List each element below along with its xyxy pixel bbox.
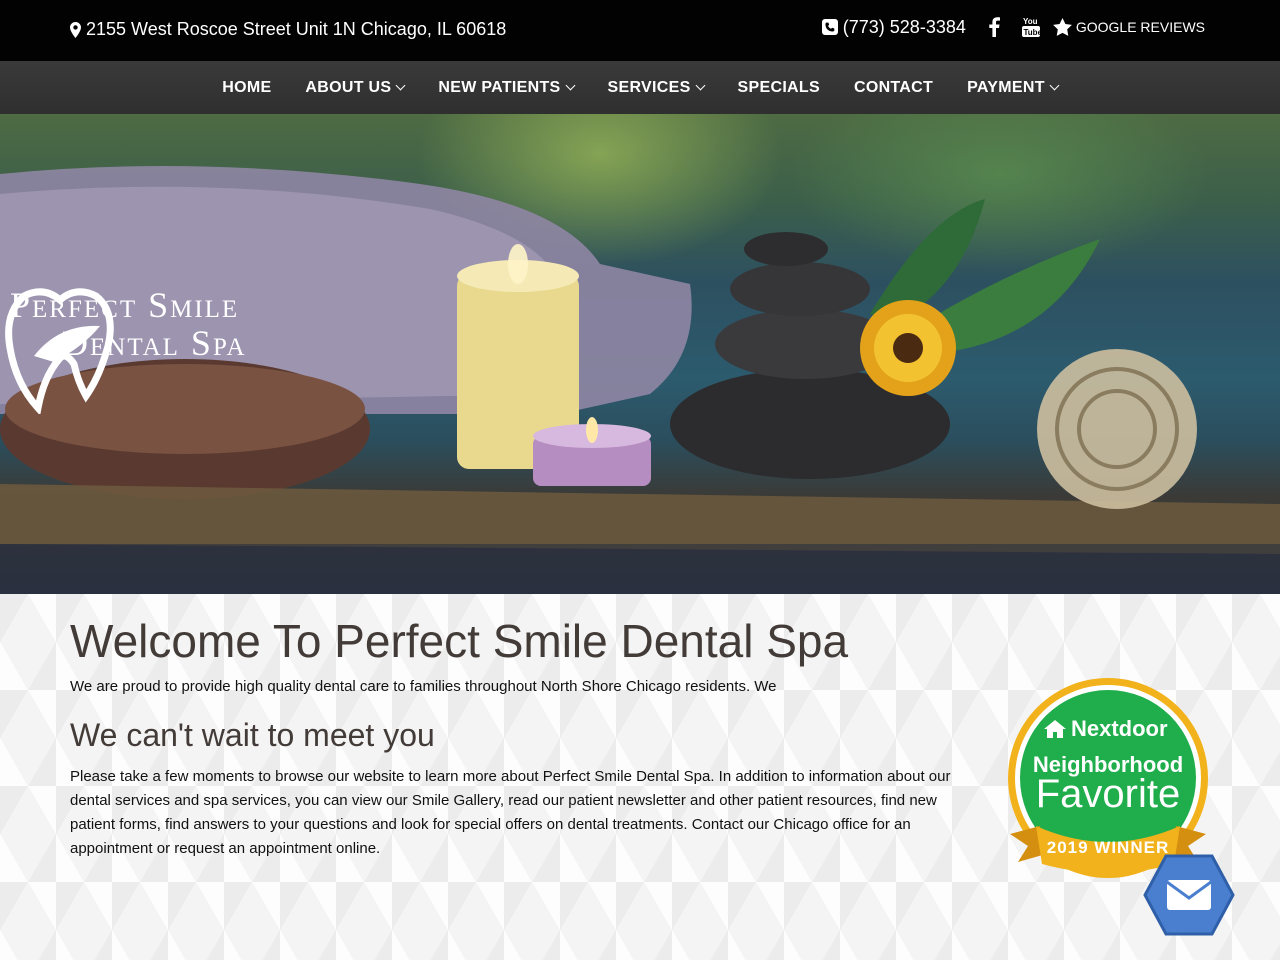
nav-services[interactable]: SERVICES bbox=[591, 79, 721, 97]
nav-specials-label: SPECIALS bbox=[737, 78, 820, 96]
nav-contact-label: CONTACT bbox=[853, 78, 934, 96]
address-text: 2155 West Roscoe Street Unit 1N Chicago,… bbox=[86, 19, 507, 39]
envelope-icon bbox=[1166, 880, 1212, 910]
house-icon bbox=[1044, 720, 1066, 738]
chevron-down-icon bbox=[695, 80, 705, 91]
svg-text:You: You bbox=[1023, 17, 1038, 26]
section-heading: We can't wait to meet you bbox=[70, 717, 435, 753]
address[interactable]: 2155 West Roscoe Street Unit 1N Chicago,… bbox=[70, 19, 506, 40]
logo[interactable]: Perfect Smile Dental Spa bbox=[4, 286, 247, 414]
svg-text:Tube: Tube bbox=[1023, 28, 1040, 37]
nav-payment-label: PAYMENT bbox=[967, 78, 1045, 96]
youtube-icon: You Tube bbox=[1021, 17, 1040, 37]
main-nav: HOME ABOUT US NEW PATIENTS SERVICES SPEC… bbox=[0, 61, 1280, 114]
phone-number: (773) 528-3384 bbox=[842, 16, 966, 37]
map-marker-icon bbox=[70, 21, 81, 38]
chevron-down-icon bbox=[1049, 80, 1060, 91]
chevron-down-icon bbox=[565, 80, 575, 91]
phone-icon bbox=[821, 19, 838, 35]
nav-contact[interactable]: CONTACT bbox=[837, 79, 950, 97]
nav-about-us[interactable]: ABOUT US bbox=[288, 79, 421, 97]
badge-line-2: Favorite bbox=[1035, 772, 1181, 816]
hero-banner: Perfect Smile Dental Spa bbox=[0, 114, 1280, 594]
phone-link[interactable]: (773) 528-3384 bbox=[821, 16, 966, 38]
nav-home[interactable]: HOME bbox=[205, 79, 288, 97]
page-title: Welcome To Perfect Smile Dental Spa bbox=[70, 615, 849, 667]
nav-payment[interactable]: PAYMENT bbox=[950, 79, 1075, 97]
badge-brand-text: Nextdoor bbox=[1071, 716, 1168, 741]
facebook-icon bbox=[989, 17, 1000, 37]
contact-mail-button[interactable] bbox=[1143, 854, 1235, 936]
tooth-logo-icon bbox=[5, 288, 114, 414]
nav-services-label: SERVICES bbox=[607, 78, 691, 96]
nav-specials[interactable]: SPECIALS bbox=[721, 79, 837, 97]
star-icon bbox=[1052, 18, 1072, 36]
google-reviews-link[interactable]: GOOGLE REVIEWS bbox=[1052, 18, 1205, 36]
youtube-link[interactable]: You Tube bbox=[1021, 16, 1040, 38]
nav-about-us-label: ABOUT US bbox=[305, 78, 392, 96]
google-reviews-label: GOOGLE REVIEWS bbox=[1075, 19, 1205, 35]
top-bar: 2155 West Roscoe Street Unit 1N Chicago,… bbox=[0, 0, 1280, 61]
chevron-down-icon bbox=[395, 80, 406, 91]
intro-text: We are proud to provide high quality den… bbox=[70, 678, 777, 695]
nav-new-patients[interactable]: NEW PATIENTS bbox=[421, 79, 590, 97]
nextdoor-brand: Nextdoor bbox=[1044, 716, 1168, 742]
welcome-paragraph: Please take a few moments to browse our … bbox=[70, 768, 951, 857]
nav-new-patients-label: NEW PATIENTS bbox=[438, 78, 561, 96]
facebook-link[interactable] bbox=[989, 17, 1000, 37]
nav-home-label: HOME bbox=[222, 78, 272, 96]
